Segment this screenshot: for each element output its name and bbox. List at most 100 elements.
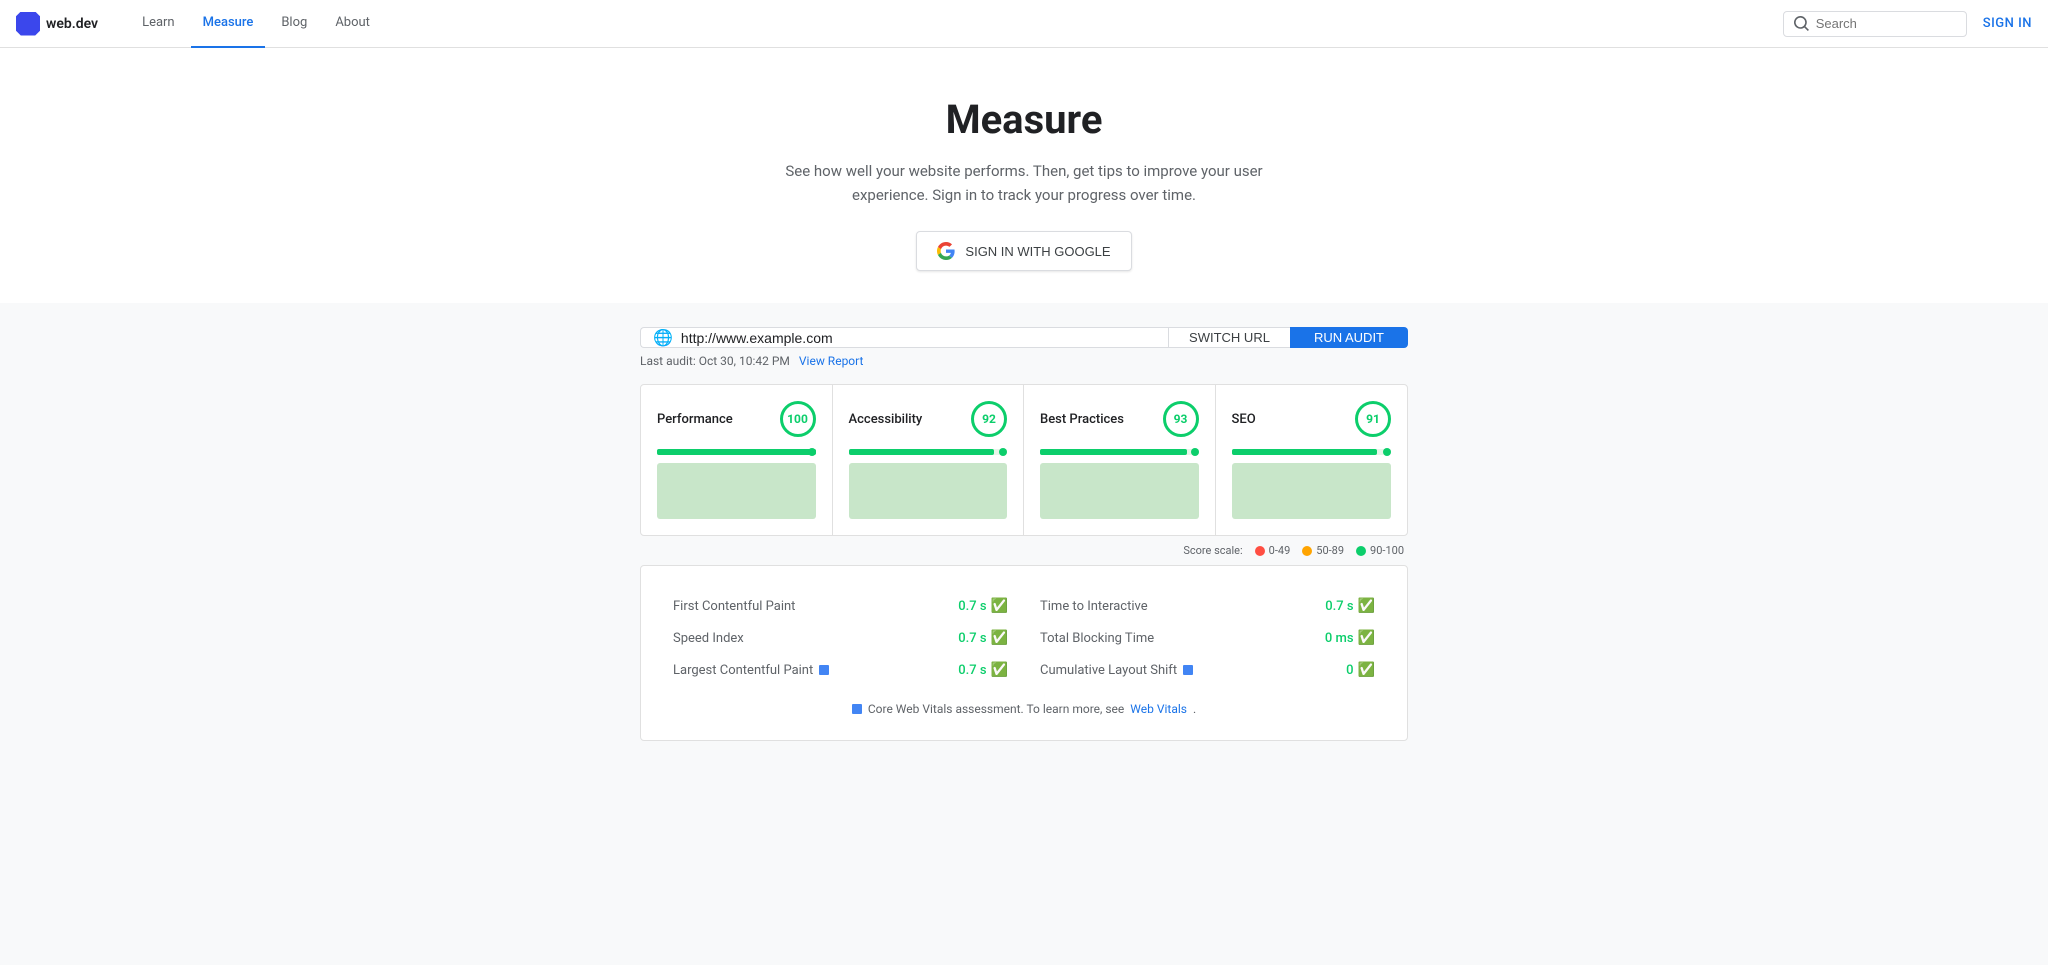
score-circle: 100 [780, 401, 816, 437]
nav-link-learn[interactable]: Learn [130, 0, 187, 48]
url-input[interactable] [681, 330, 1156, 346]
google-signin-button[interactable]: SIGN IN WITH GOOGLE [916, 231, 1131, 271]
score-circle: 92 [971, 401, 1007, 437]
last-audit-info: Last audit: Oct 30, 10:42 PM View Report [640, 354, 1408, 368]
score-card-accessibility: Accessibility 92 [833, 385, 1025, 535]
metric-row: Speed Index 0.7 s ✅ [673, 622, 1008, 654]
view-report-link[interactable]: View Report [799, 354, 864, 368]
search-icon [1794, 16, 1810, 32]
score-header: Best Practices 93 [1040, 401, 1199, 437]
sign-in-button[interactable]: SIGN IN [1983, 16, 2032, 31]
score-card-performance: Performance 100 [641, 385, 833, 535]
metric-name: Speed Index [673, 631, 744, 646]
metric-value: 0 ms ✅ [1325, 630, 1375, 646]
scale-item: 50-89 [1302, 544, 1344, 557]
metric-row: First Contentful Paint 0.7 s ✅ [673, 590, 1008, 622]
nav-links: LearnMeasureBlogAbout [130, 0, 1783, 48]
page-title: Measure [16, 96, 2032, 143]
url-input-wrapper: 🌐 [640, 327, 1168, 348]
scores-grid: Performance 100 Accessibility 92 Best Pr… [640, 384, 1408, 536]
metric-value: 0.7 s ✅ [958, 598, 1008, 614]
scale-dot-icon [1255, 546, 1265, 556]
scale-item: 0-49 [1255, 544, 1291, 557]
score-label: Best Practices [1040, 412, 1124, 427]
cwv-flag-icon [852, 704, 862, 714]
scale-range: 90-100 [1370, 544, 1404, 557]
score-thumbnail [657, 463, 816, 519]
metric-value: 0.7 s ✅ [958, 630, 1008, 646]
score-circle: 93 [1163, 401, 1199, 437]
url-section: 🌐 SWITCH URL RUN AUDIT Last audit: Oct 3… [640, 327, 1408, 368]
metric-row: Cumulative Layout Shift 0 ✅ [1040, 654, 1375, 686]
metric-value: 0 ✅ [1346, 662, 1375, 678]
hero-description: See how well your website performs. Then… [764, 159, 1284, 207]
score-header: Performance 100 [657, 401, 816, 437]
metric-check-icon: ✅ [1358, 662, 1375, 678]
web-vitals-link[interactable]: Web Vitals [1130, 702, 1187, 716]
metric-flag-icon [819, 665, 829, 675]
scale-dot-icon [1302, 546, 1312, 556]
score-bar-track [1232, 449, 1392, 455]
score-bar-track [849, 449, 1008, 455]
metrics-right-col: Time to Interactive 0.7 s ✅ Total Blocki… [1040, 590, 1375, 686]
nav: web.dev LearnMeasureBlogAbout SIGN IN [0, 0, 2048, 48]
score-dot [1383, 448, 1391, 456]
metric-check-icon: ✅ [991, 630, 1008, 646]
metric-row: Largest Contentful Paint 0.7 s ✅ [673, 654, 1008, 686]
scale-row: Score scale: 0-49 50-89 90-100 [640, 544, 1408, 557]
score-header: Accessibility 92 [849, 401, 1008, 437]
hero-section: Measure See how well your website perfor… [0, 48, 2048, 303]
metrics-grid: First Contentful Paint 0.7 s ✅ Speed Ind… [673, 590, 1375, 686]
scale-dot-icon [1356, 546, 1366, 556]
score-bar-fill [1040, 449, 1187, 455]
metric-row: Time to Interactive 0.7 s ✅ [1040, 590, 1375, 622]
metric-check-icon: ✅ [1358, 630, 1375, 646]
score-bar-fill [1232, 449, 1377, 455]
metric-check-icon: ✅ [991, 662, 1008, 678]
score-bar-fill [657, 449, 816, 455]
nav-right: SIGN IN [1783, 11, 2032, 37]
score-thumbnail [1040, 463, 1199, 519]
score-bar-fill [849, 449, 995, 455]
google-logo-icon [937, 242, 955, 260]
search-input[interactable] [1816, 16, 1956, 31]
globe-icon: 🌐 [653, 328, 673, 347]
metric-check-icon: ✅ [1358, 598, 1375, 614]
metric-name: Time to Interactive [1040, 599, 1148, 614]
metrics-left-col: First Contentful Paint 0.7 s ✅ Speed Ind… [673, 590, 1008, 686]
score-label: SEO [1232, 412, 1256, 427]
score-label: Accessibility [849, 412, 923, 427]
metric-name: Total Blocking Time [1040, 631, 1154, 646]
switch-url-button[interactable]: SWITCH URL [1168, 327, 1290, 348]
score-thumbnail [849, 463, 1008, 519]
metric-value: 0.7 s ✅ [1325, 598, 1375, 614]
metric-flag-icon [1183, 665, 1193, 675]
score-bar-track [1040, 449, 1199, 455]
nav-link-blog[interactable]: Blog [269, 0, 319, 48]
search-box[interactable] [1783, 11, 1967, 37]
score-thumbnail [1232, 463, 1392, 519]
scale-range: 50-89 [1316, 544, 1344, 557]
metric-name: Largest Contentful Paint [673, 663, 829, 678]
score-header: SEO 91 [1232, 401, 1392, 437]
scale-range: 0-49 [1269, 544, 1291, 557]
score-label: Performance [657, 412, 733, 427]
score-bar-track [657, 449, 816, 455]
score-circle: 91 [1355, 401, 1391, 437]
main-content: 🌐 SWITCH URL RUN AUDIT Last audit: Oct 3… [624, 303, 1424, 765]
cwv-note: Core Web Vitals assessment. To learn mor… [673, 702, 1375, 716]
run-audit-button[interactable]: RUN AUDIT [1290, 327, 1408, 348]
cwv-text: Core Web Vitals assessment. To learn mor… [868, 702, 1124, 716]
nav-link-about[interactable]: About [323, 0, 382, 48]
metrics-box: First Contentful Paint 0.7 s ✅ Speed Ind… [640, 565, 1408, 741]
logo-icon [16, 12, 40, 36]
scale-label: Score scale: [1183, 544, 1242, 557]
google-signin-label: SIGN IN WITH GOOGLE [965, 244, 1110, 259]
metric-check-icon: ✅ [991, 598, 1008, 614]
logo[interactable]: web.dev [16, 12, 98, 36]
metric-name: First Contentful Paint [673, 599, 795, 614]
score-dot [999, 448, 1007, 456]
url-row: 🌐 SWITCH URL RUN AUDIT [640, 327, 1408, 348]
score-card-best-practices: Best Practices 93 [1024, 385, 1216, 535]
nav-link-measure[interactable]: Measure [191, 0, 266, 48]
